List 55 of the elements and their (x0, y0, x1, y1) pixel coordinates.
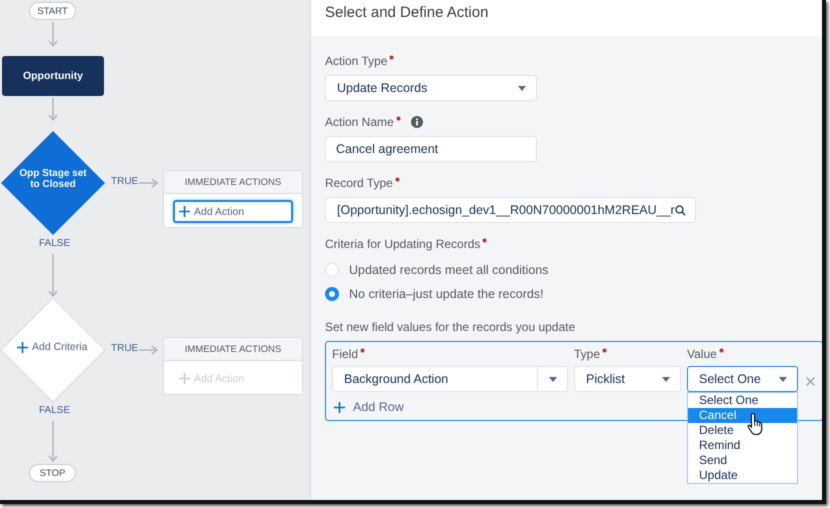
record-type-field[interactable]: [Opportunity].echosign_dev1__R00N70000001hM2REAU__r (325, 197, 696, 223)
field-label: Value (687, 347, 717, 361)
dropdown-option[interactable]: Remind (688, 438, 797, 453)
flow-arrow (48, 98, 58, 122)
add-action-button[interactable]: Add Action (173, 200, 293, 223)
field-label: Record Type (325, 176, 393, 190)
type-select[interactable]: Picklist (574, 366, 681, 392)
false-label: FALSE (39, 405, 70, 416)
dropdown-option[interactable]: Delete (688, 423, 797, 438)
section-label: Set new field values for the records you update (325, 320, 576, 334)
field-label: Type (574, 347, 600, 361)
caret-icon (518, 86, 526, 90)
actions-header: IMMEDIATE ACTIONS (164, 338, 302, 361)
flow-arrow (48, 254, 58, 298)
field-label: Field (332, 347, 358, 361)
search-icon (674, 204, 685, 216)
radio-button[interactable] (325, 287, 339, 301)
caret-icon (779, 376, 787, 382)
action-type-select[interactable]: Update Records (325, 75, 537, 101)
true-label: TRUE (111, 343, 138, 354)
flow-arrow (139, 346, 158, 354)
action-name-input[interactable]: Cancel agreement (325, 136, 537, 162)
add-row-button[interactable]: Add Row (332, 400, 404, 414)
dropdown-option[interactable]: Cancel (688, 408, 797, 423)
value-select[interactable]: Select One (687, 366, 798, 392)
dropdown-option[interactable]: Send (688, 453, 797, 468)
flow-arrow (139, 178, 158, 188)
plus-icon (17, 342, 28, 352)
dropdown-option[interactable]: Select One (688, 393, 797, 408)
plus-icon (179, 373, 190, 384)
actions-header: IMMEDIATE ACTIONS (164, 171, 302, 194)
field-select[interactable]: Background Action (332, 366, 568, 392)
decision-diamond[interactable] (0, 130, 106, 236)
criteria-label: Opp Stage set to Closed (18, 168, 88, 190)
plus-icon (334, 402, 345, 412)
remove-row-icon[interactable] (806, 377, 815, 386)
object-node[interactable]: Opportunity (2, 56, 104, 96)
radio-label: Updated records meet all conditions (349, 263, 548, 277)
info-icon[interactable] (410, 116, 423, 128)
false-label: FALSE (39, 238, 70, 249)
field-label: Criteria for Updating Records (325, 237, 480, 251)
dropdown-option[interactable]: Update (688, 468, 797, 483)
caret-icon (549, 376, 557, 382)
add-criteria-button[interactable]: Add Criteria (17, 341, 88, 353)
plus-icon (179, 206, 190, 217)
start-node: START (29, 2, 76, 20)
field-label: Action Type (325, 54, 388, 68)
true-label: TRUE (111, 176, 138, 187)
radio-label: No criteria–just update the records! (349, 287, 544, 301)
caret-icon (662, 376, 670, 382)
flow-arrow (48, 421, 58, 462)
panel-title: Select and Define Action (325, 4, 488, 20)
field-label: Action Name (325, 115, 394, 129)
stop-node: STOP (29, 464, 76, 482)
flow-arrow (48, 22, 58, 48)
